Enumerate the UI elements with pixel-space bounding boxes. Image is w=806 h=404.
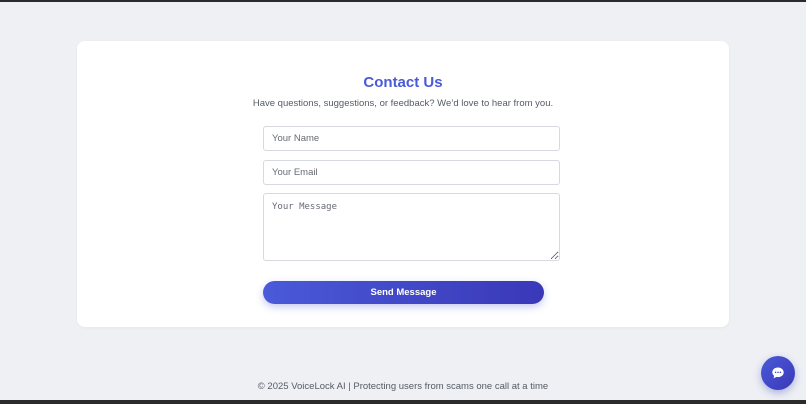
window-bottom-edge	[0, 400, 806, 404]
name-input[interactable]	[263, 126, 560, 151]
contact-card: Contact Us Have questions, suggestions, …	[77, 41, 729, 327]
chat-widget-button[interactable]	[761, 356, 795, 390]
page-title: Contact Us	[363, 74, 443, 91]
chat-bubble-icon	[771, 366, 785, 380]
footer-text: © 2025 VoiceLock AI | Protecting users f…	[257, 381, 549, 392]
email-input[interactable]	[263, 160, 560, 185]
contact-subtitle: Have questions, suggestions, or feedback…	[252, 98, 554, 109]
window-top-edge	[0, 0, 806, 2]
send-message-button[interactable]: Send Message	[263, 281, 544, 304]
message-textarea[interactable]	[263, 193, 560, 261]
